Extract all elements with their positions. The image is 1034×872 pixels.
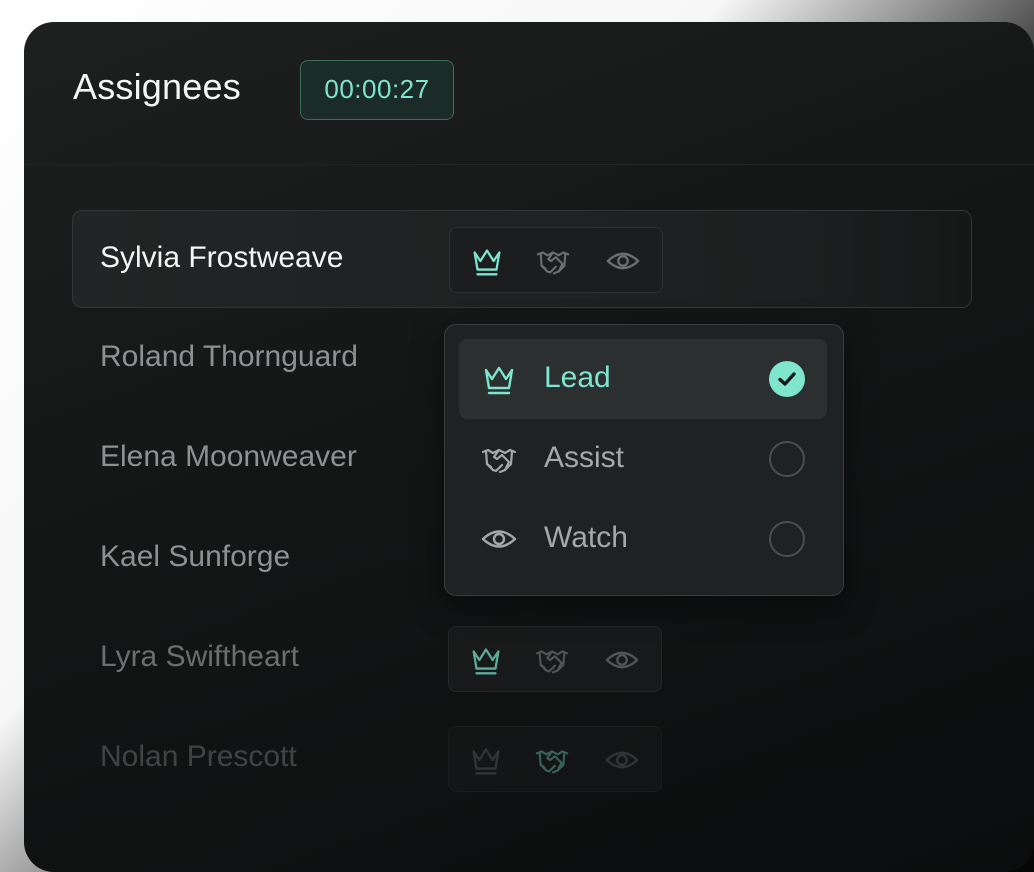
eye-icon[interactable] xyxy=(604,242,642,280)
assignee-row[interactable]: Sylvia Frostweave xyxy=(72,210,972,308)
timer-badge: 00:00:27 xyxy=(300,60,454,120)
assignee-row[interactable]: Lyra Swiftheart xyxy=(72,610,972,708)
assignee-name: Elena Moonweaver xyxy=(100,440,357,473)
radio-unchecked[interactable] xyxy=(769,521,805,557)
role-selector[interactable] xyxy=(449,227,663,293)
eye-icon[interactable] xyxy=(603,741,641,779)
role-option-assist[interactable]: Assist xyxy=(459,419,827,499)
handshake-icon[interactable] xyxy=(533,741,571,779)
radio-unchecked[interactable] xyxy=(769,441,805,477)
role-selector[interactable] xyxy=(448,726,662,792)
eye-icon[interactable] xyxy=(603,641,641,679)
assignee-name: Lyra Swiftheart xyxy=(100,640,299,673)
role-option-watch[interactable]: Watch xyxy=(459,499,827,579)
role-option-label: Watch xyxy=(544,521,628,554)
role-option-lead[interactable]: Lead xyxy=(459,339,827,419)
role-dropdown: Lead Assist Watch xyxy=(444,324,844,596)
crown-icon[interactable] xyxy=(467,741,505,779)
assignee-name: Sylvia Frostweave xyxy=(100,241,344,274)
handshake-icon[interactable] xyxy=(534,242,572,280)
panel-title: Assignees xyxy=(73,66,241,107)
assignee-name: Kael Sunforge xyxy=(100,540,291,573)
role-option-label: Assist xyxy=(544,441,625,474)
handshake-icon[interactable] xyxy=(533,641,571,679)
panel-header: Assignees 00:00:27 xyxy=(24,22,1034,165)
eye-icon xyxy=(479,519,519,559)
assignees-panel: Assignees 00:00:27 Sylvia Frostweave Rol… xyxy=(24,22,1034,872)
role-option-label: Lead xyxy=(544,361,611,394)
crown-icon[interactable] xyxy=(468,242,506,280)
assignee-name: Nolan Prescott xyxy=(100,740,297,773)
radio-checked[interactable] xyxy=(769,361,805,397)
checkmark-icon xyxy=(778,372,796,386)
crown-icon xyxy=(479,359,519,399)
assignee-row[interactable]: Nolan Prescott xyxy=(72,710,972,808)
role-selector[interactable] xyxy=(448,626,662,692)
crown-icon[interactable] xyxy=(467,641,505,679)
handshake-icon xyxy=(479,439,519,479)
assignee-name: Roland Thornguard xyxy=(100,340,358,373)
